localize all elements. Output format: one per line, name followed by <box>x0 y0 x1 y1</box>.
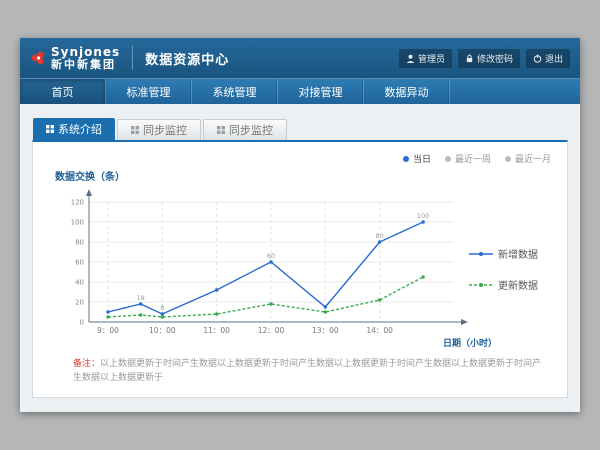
legend-new-data[interactable]: 新增数据 <box>469 246 557 261</box>
grid-icon <box>131 126 139 134</box>
line-sample-dashed-icon <box>469 282 493 288</box>
line-chart: 0 20 40 60 80 100 120 9：00 10：00 11：00 12：00 13：00 1… <box>49 186 499 361</box>
admin-button-label: 管理员 <box>418 52 445 65</box>
brand-name-cn: 新中新集团 <box>51 59 120 71</box>
power-icon <box>533 54 542 63</box>
tab-label: 同步监控 <box>229 122 273 138</box>
grid-icon <box>46 125 54 133</box>
svg-text:12：00: 12：00 <box>258 326 285 335</box>
svg-text:14：00: 14：00 <box>366 326 393 335</box>
header: Synjones 新中新集团 数据资源中心 管理员 <box>20 38 580 78</box>
svg-text:日期（小时）: 日期（小时） <box>443 337 497 349</box>
legend-update-data[interactable]: 更新数据 <box>469 277 557 292</box>
line-sample-solid-icon <box>469 251 493 257</box>
logout-button[interactable]: 退出 <box>526 49 570 68</box>
nav-item-system-mgmt[interactable]: 系统管理 <box>192 79 278 104</box>
synjones-logo-icon <box>30 50 46 66</box>
time-filter-legend: 当日 最近一周 最近一月 <box>403 152 551 165</box>
tab-sync-monitor-2[interactable]: 同步监控 <box>203 119 287 140</box>
footnote-text: 以上数据更新于时间产生数据以上数据更新于时间产生数据以上数据更新于时间产生数据以… <box>73 359 541 383</box>
tab-label: 同步监控 <box>143 122 187 138</box>
svg-text:8: 8 <box>160 304 164 312</box>
brand-logo: Synjones 新中新集团 <box>30 46 120 70</box>
brand-name-en: Synjones <box>51 46 120 59</box>
legend-label: 更新数据 <box>498 277 538 292</box>
header-actions: 管理员 修改密码 退出 <box>399 49 570 68</box>
svg-text:9：00: 9：00 <box>97 326 119 335</box>
user-icon <box>406 54 415 63</box>
filter-last-week[interactable]: 最近一周 <box>445 152 491 165</box>
svg-text:40: 40 <box>75 279 84 287</box>
nav-item-home[interactable]: 首页 <box>20 79 106 104</box>
filter-label: 最近一月 <box>515 152 551 165</box>
chart-panel: 当日 最近一周 最近一月 数据交换（条） 0 20 40 60 80 100 120 9：00… <box>32 140 568 398</box>
nav-item-data-change[interactable]: 数据异动 <box>364 79 450 104</box>
svg-text:60: 60 <box>267 252 275 260</box>
nav-item-standard-mgmt[interactable]: 标准管理 <box>106 79 192 104</box>
nav-item-interface-mgmt[interactable]: 对接管理 <box>278 79 364 104</box>
svg-text:11：00: 11：00 <box>203 326 230 335</box>
change-password-button-label: 修改密码 <box>477 52 513 65</box>
radio-dot-icon <box>445 156 451 162</box>
admin-button[interactable]: 管理员 <box>399 49 452 68</box>
y-axis-title: 数据交换（条） <box>55 168 125 183</box>
header-divider <box>132 46 133 70</box>
filter-last-month[interactable]: 最近一月 <box>505 152 551 165</box>
filter-today[interactable]: 当日 <box>403 152 431 165</box>
grid-icon <box>217 126 225 134</box>
content-area: 系统介绍 同步监控 同步监控 <box>20 104 580 412</box>
app-window: Synjones 新中新集团 数据资源中心 管理员 <box>20 38 580 412</box>
radio-dot-icon <box>505 156 511 162</box>
svg-text:80: 80 <box>376 232 384 240</box>
svg-text:18: 18 <box>136 294 144 302</box>
brand-text: Synjones 新中新集团 <box>51 46 120 70</box>
svg-text:20: 20 <box>75 299 84 307</box>
filter-label: 最近一周 <box>455 152 491 165</box>
tab-sync-monitor-1[interactable]: 同步监控 <box>117 119 201 140</box>
filter-label: 当日 <box>413 152 431 165</box>
screen: Synjones 新中新集团 数据资源中心 管理员 <box>0 0 600 450</box>
main-nav: 首页 标准管理 系统管理 对接管理 数据异动 <box>20 78 580 104</box>
svg-text:13：00: 13：00 <box>312 326 339 335</box>
svg-text:100: 100 <box>71 219 84 227</box>
svg-text:80: 80 <box>75 239 84 247</box>
svg-text:60: 60 <box>75 259 84 267</box>
tab-label: 系统介绍 <box>58 121 102 137</box>
page-title: 数据资源中心 <box>145 49 229 68</box>
chart-canvas: 0 20 40 60 80 100 120 9：00 10：00 11：00 12：00 13：00 1… <box>49 186 499 361</box>
series-legend: 新增数据 更新数据 <box>469 246 557 292</box>
tab-bar: 系统介绍 同步监控 同步监控 <box>33 118 287 140</box>
svg-text:10：00: 10：00 <box>149 326 176 335</box>
svg-text:120: 120 <box>71 199 84 207</box>
footnote-label: 备注： <box>73 359 100 369</box>
legend-label: 新增数据 <box>498 246 538 261</box>
svg-text:100: 100 <box>417 212 429 220</box>
logout-button-label: 退出 <box>545 52 563 65</box>
lock-icon <box>465 54 474 63</box>
tab-system-intro[interactable]: 系统介绍 <box>33 118 115 140</box>
footnote: 备注：以上数据更新于时间产生数据以上数据更新于时间产生数据以上数据更新于时间产生… <box>73 358 549 385</box>
change-password-button[interactable]: 修改密码 <box>458 49 520 68</box>
radio-dot-icon <box>403 156 409 162</box>
svg-text:0: 0 <box>80 319 84 327</box>
